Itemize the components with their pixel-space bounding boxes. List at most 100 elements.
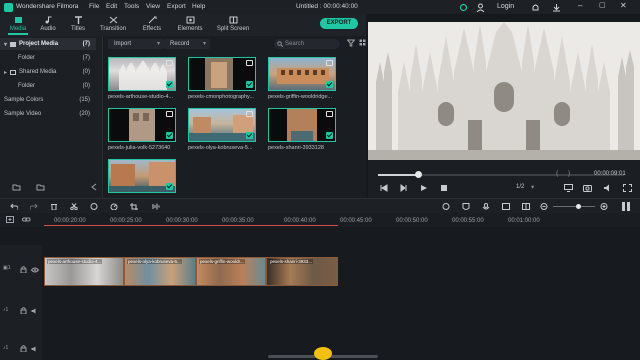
- cut-icon[interactable]: [70, 203, 78, 210]
- timeline-clip[interactable]: pexels-griffin-wooldr...: [196, 257, 266, 286]
- download-icon[interactable]: [552, 3, 561, 12]
- lock-icon[interactable]: [20, 345, 27, 352]
- preview-quality[interactable]: 1/2: [516, 184, 524, 190]
- minimize-icon[interactable]: –: [578, 1, 582, 10]
- media-thumbnail[interactable]: [268, 108, 336, 142]
- filter-icon[interactable]: [347, 39, 355, 47]
- zoom-out-icon[interactable]: [540, 203, 548, 210]
- menu-file[interactable]: File: [89, 3, 99, 10]
- voice-over-icon[interactable]: [502, 203, 510, 210]
- notification-icon[interactable]: [531, 3, 540, 12]
- zoom-in-icon[interactable]: [600, 203, 608, 210]
- media-thumbnail[interactable]: [268, 57, 336, 91]
- marker-icon[interactable]: [462, 203, 470, 210]
- play-icon[interactable]: [420, 184, 428, 192]
- chevron-down-icon[interactable]: ▾: [531, 183, 534, 191]
- new-folder-icon[interactable]: [12, 183, 21, 191]
- library-shared-folder[interactable]: Folder (0): [0, 80, 96, 92]
- tab-effects[interactable]: Effects: [140, 16, 164, 32]
- account-icon[interactable]: [476, 3, 485, 12]
- undo-icon[interactable]: [10, 203, 18, 210]
- timeline-clip[interactable]: pexels-arthouse-studio-4...: [44, 257, 124, 286]
- media-thumbnail[interactable]: [188, 57, 256, 91]
- tab-elements[interactable]: Elements: [176, 16, 204, 32]
- volume-icon[interactable]: [603, 184, 612, 192]
- close-icon[interactable]: ✕: [620, 1, 627, 10]
- tab-titles[interactable]: Titles: [68, 16, 88, 32]
- zoom-slider[interactable]: [553, 206, 595, 207]
- mic-icon[interactable]: [482, 203, 490, 210]
- track-audio-icon: ♪1: [3, 345, 9, 351]
- previous-frame-icon[interactable]: [380, 184, 388, 192]
- eye-icon[interactable]: [31, 267, 39, 273]
- play-pause-icon[interactable]: [400, 184, 408, 192]
- library-shared-media[interactable]: ▸ Shared Media (0): [0, 66, 96, 78]
- video-type-icon: [166, 111, 173, 117]
- playhead-handle[interactable]: [415, 171, 422, 178]
- media-thumbnail[interactable]: [108, 57, 176, 91]
- mute-icon[interactable]: [31, 346, 39, 352]
- sync-icon[interactable]: [459, 3, 468, 12]
- tab-transition[interactable]: Transition: [98, 16, 128, 32]
- menu-help[interactable]: Help: [192, 3, 205, 10]
- tab-media[interactable]: Media: [8, 16, 28, 35]
- media-thumbnail[interactable]: [108, 108, 176, 142]
- ruler-tick: 00:01:00:00: [508, 218, 540, 224]
- delete-icon[interactable]: [50, 203, 58, 210]
- render-icon[interactable]: [442, 203, 450, 210]
- mark-out-icon[interactable]: }: [568, 170, 570, 177]
- lock-icon[interactable]: [20, 307, 27, 314]
- folder-icon: [10, 69, 17, 75]
- library-folder[interactable]: Folder (7): [0, 52, 96, 64]
- timeline-clip[interactable]: pexels-shanri-3933...: [266, 257, 338, 286]
- add-track-icon[interactable]: [6, 216, 15, 224]
- crop-icon[interactable]: [130, 203, 138, 210]
- cursor-highlight: [314, 347, 332, 360]
- timeline-clip[interactable]: pexels-olya-kobruseva-5...: [124, 257, 196, 286]
- folder-open-icon[interactable]: [36, 183, 45, 191]
- search-input[interactable]: Search: [274, 39, 340, 49]
- link-icon[interactable]: [22, 216, 31, 224]
- speed-icon[interactable]: [110, 203, 118, 210]
- color-icon[interactable]: [90, 203, 98, 210]
- tab-split-screen[interactable]: Split Screen: [215, 16, 251, 32]
- library-project-media[interactable]: ▾ Project Media (7): [0, 38, 96, 50]
- lock-icon[interactable]: [20, 266, 27, 273]
- mark-in-icon[interactable]: {: [556, 170, 558, 177]
- collapse-panel-icon[interactable]: [90, 183, 98, 191]
- grid-view-icon[interactable]: [359, 39, 366, 47]
- tab-audio[interactable]: Audio: [38, 16, 58, 32]
- export-button[interactable]: EXPORT: [320, 18, 358, 29]
- fullscreen-icon[interactable]: [623, 184, 632, 192]
- preview-timecode: 00:00:09:01: [594, 171, 626, 177]
- check-icon: [166, 132, 173, 139]
- menu-view[interactable]: View: [146, 3, 160, 10]
- check-icon: [246, 132, 253, 139]
- menu-edit[interactable]: Edit: [106, 3, 117, 10]
- timeline-pause-icon[interactable]: [622, 202, 625, 211]
- mixer-icon[interactable]: [522, 203, 530, 210]
- menu-export[interactable]: Export: [167, 3, 186, 10]
- maximize-icon[interactable]: ▢: [599, 1, 606, 9]
- display-icon[interactable]: [564, 184, 573, 192]
- menu-tools[interactable]: Tools: [124, 3, 139, 10]
- snapshot-icon[interactable]: [583, 184, 592, 192]
- tab-split-screen-label: Split Screen: [216, 26, 250, 32]
- tab-titles-label: Titles: [70, 26, 86, 32]
- clip-label: pexels-arthouse-studio-4...: [47, 259, 103, 264]
- import-dropdown[interactable]: Import ▾: [108, 39, 164, 49]
- check-icon: [246, 81, 253, 88]
- stop-icon[interactable]: [440, 184, 448, 192]
- library-count: (0): [82, 83, 90, 89]
- media-thumbnail[interactable]: [188, 108, 256, 142]
- mute-icon[interactable]: [31, 308, 39, 314]
- login-link[interactable]: Login: [497, 3, 514, 10]
- audio-wave-icon[interactable]: [150, 203, 160, 210]
- zoom-slider-handle[interactable]: [576, 204, 581, 209]
- media-thumbnail[interactable]: [108, 159, 176, 193]
- library-sample-video[interactable]: Sample Video (20): [0, 108, 96, 120]
- record-dropdown[interactable]: Record ▾: [164, 39, 210, 49]
- redo-icon[interactable]: [30, 203, 38, 210]
- preview-image: [368, 22, 640, 160]
- library-sample-colors[interactable]: Sample Colors (15): [0, 94, 96, 106]
